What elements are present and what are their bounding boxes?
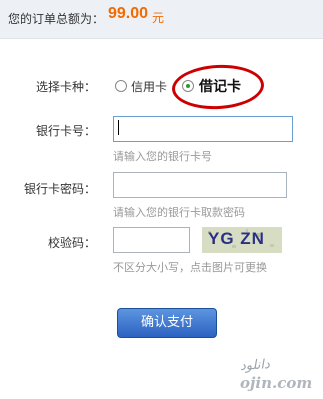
card-number-input[interactable] xyxy=(113,116,293,142)
card-number-label: 银行卡号： xyxy=(35,124,96,138)
captcha-hint: 不区分大小写，点击图片可更换 xyxy=(113,261,267,274)
captcha-input[interactable] xyxy=(113,227,190,253)
card-number-hint: 请输入您的银行卡号 xyxy=(113,150,212,163)
card-password-label: 银行卡密码： xyxy=(23,182,96,196)
captcha-code-text: YG ZN xyxy=(208,229,265,248)
credit-card-option-label[interactable]: 信用卡 xyxy=(131,78,167,95)
text-cursor xyxy=(118,120,119,135)
captcha-image[interactable]: YG ZN xyxy=(202,227,282,253)
order-summary-bar: 您的订单总额为： 99.00 元 xyxy=(0,0,323,39)
card-password-input[interactable] xyxy=(113,172,287,198)
watermark-domain: ojin.com xyxy=(240,374,313,392)
captcha-label: 校验码： xyxy=(47,236,96,250)
order-total-label: 您的订单总额为： xyxy=(8,12,105,26)
card-password-hint: 请输入您的银行卡取款密码 xyxy=(113,206,245,219)
order-total-unit: 元 xyxy=(152,11,165,25)
confirm-payment-button[interactable]: 确认支付 xyxy=(117,308,217,338)
watermark-text: دانلود xyxy=(239,356,271,375)
card-type-label: 选择卡种： xyxy=(35,80,96,94)
highlight-circle xyxy=(170,62,266,112)
credit-card-radio[interactable] xyxy=(115,80,127,92)
order-total-amount: 99.00 xyxy=(108,5,149,22)
